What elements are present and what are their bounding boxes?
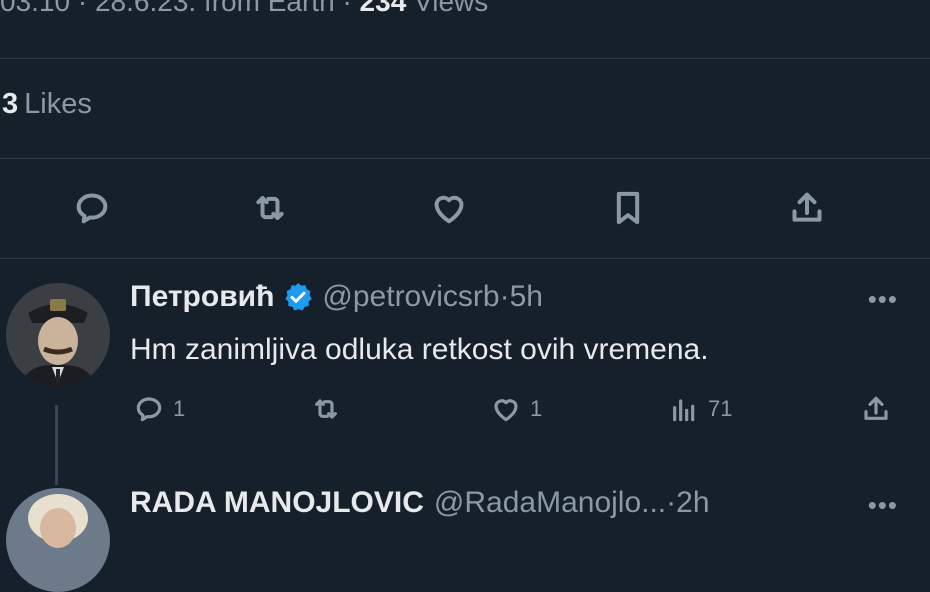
views-count: 234 — [359, 0, 407, 17]
reply-count: 1 — [173, 396, 186, 421]
like-button[interactable] — [421, 180, 477, 236]
share-button[interactable] — [860, 393, 900, 425]
like-button[interactable]: 1 — [490, 393, 542, 425]
divider — [0, 258, 930, 259]
meta-separator: · — [499, 280, 510, 313]
reply-text: Hm zanimljiva odluka retkost ovih vremen… — [130, 333, 709, 366]
user-handle[interactable]: @RadaManojlo... — [434, 486, 666, 520]
tweet-meta-line: 03:10 · 28.6.23. from Earth · 234 Views — [0, 0, 488, 18]
divider — [0, 58, 930, 59]
share-icon — [792, 192, 822, 222]
bookmark-icon — [616, 191, 640, 225]
retweet-button[interactable] — [310, 393, 350, 425]
likes-count: 3 — [2, 88, 19, 120]
reply-button[interactable] — [64, 180, 120, 236]
reply-time[interactable]: 5h — [510, 280, 543, 314]
meta-separator: · — [666, 486, 677, 519]
tweet-source: from Earth — [203, 0, 335, 17]
reply-header: RADA MANOJLOVIC @RadaManojlo... · 2h — [130, 486, 710, 520]
heart-icon — [494, 399, 518, 422]
reply-button[interactable]: 1 — [133, 393, 185, 425]
likes-link[interactable]: 3 Likes — [2, 88, 92, 121]
tweet-date[interactable]: 28.6.23. — [95, 0, 196, 17]
reply-time[interactable]: 2h — [676, 486, 709, 520]
reply-header: Петровић @petrovicsrb · 5h — [130, 280, 543, 314]
reply-action-bar: 1 1 71 — [0, 393, 930, 433]
meta-separator: · — [77, 0, 88, 17]
bookmark-button[interactable] — [600, 180, 656, 236]
reply-icon — [136, 397, 162, 422]
more-icon[interactable]: ••• — [868, 490, 898, 521]
view-count: 71 — [708, 396, 733, 421]
display-name[interactable]: Петровић — [130, 280, 274, 314]
more-icon[interactable]: ••• — [868, 284, 898, 315]
avatar-image — [6, 488, 110, 592]
retweet-icon — [256, 196, 284, 220]
tweet-action-bar — [0, 180, 930, 236]
analytics-icon — [673, 399, 695, 422]
tweet-time: 03:10 — [0, 0, 71, 17]
avatar[interactable] — [6, 283, 110, 387]
retweet-button[interactable] — [242, 180, 298, 236]
divider — [0, 158, 930, 159]
avatar-image — [6, 283, 110, 387]
retweet-icon — [315, 399, 337, 419]
like-count: 1 — [530, 396, 543, 421]
share-button[interactable] — [779, 180, 835, 236]
share-icon — [864, 396, 888, 420]
reply-icon — [76, 193, 108, 224]
user-handle[interactable]: @petrovicsrb — [322, 280, 499, 314]
meta-separator: · — [342, 0, 352, 17]
verified-badge-icon — [285, 283, 313, 311]
avatar[interactable] — [6, 488, 110, 592]
views-label: Views — [414, 0, 489, 17]
heart-icon — [434, 195, 464, 224]
display-name[interactable]: RADA MANOJLOVIC — [130, 486, 424, 520]
likes-label: Likes — [24, 88, 92, 120]
views-button[interactable]: 71 — [668, 393, 732, 425]
